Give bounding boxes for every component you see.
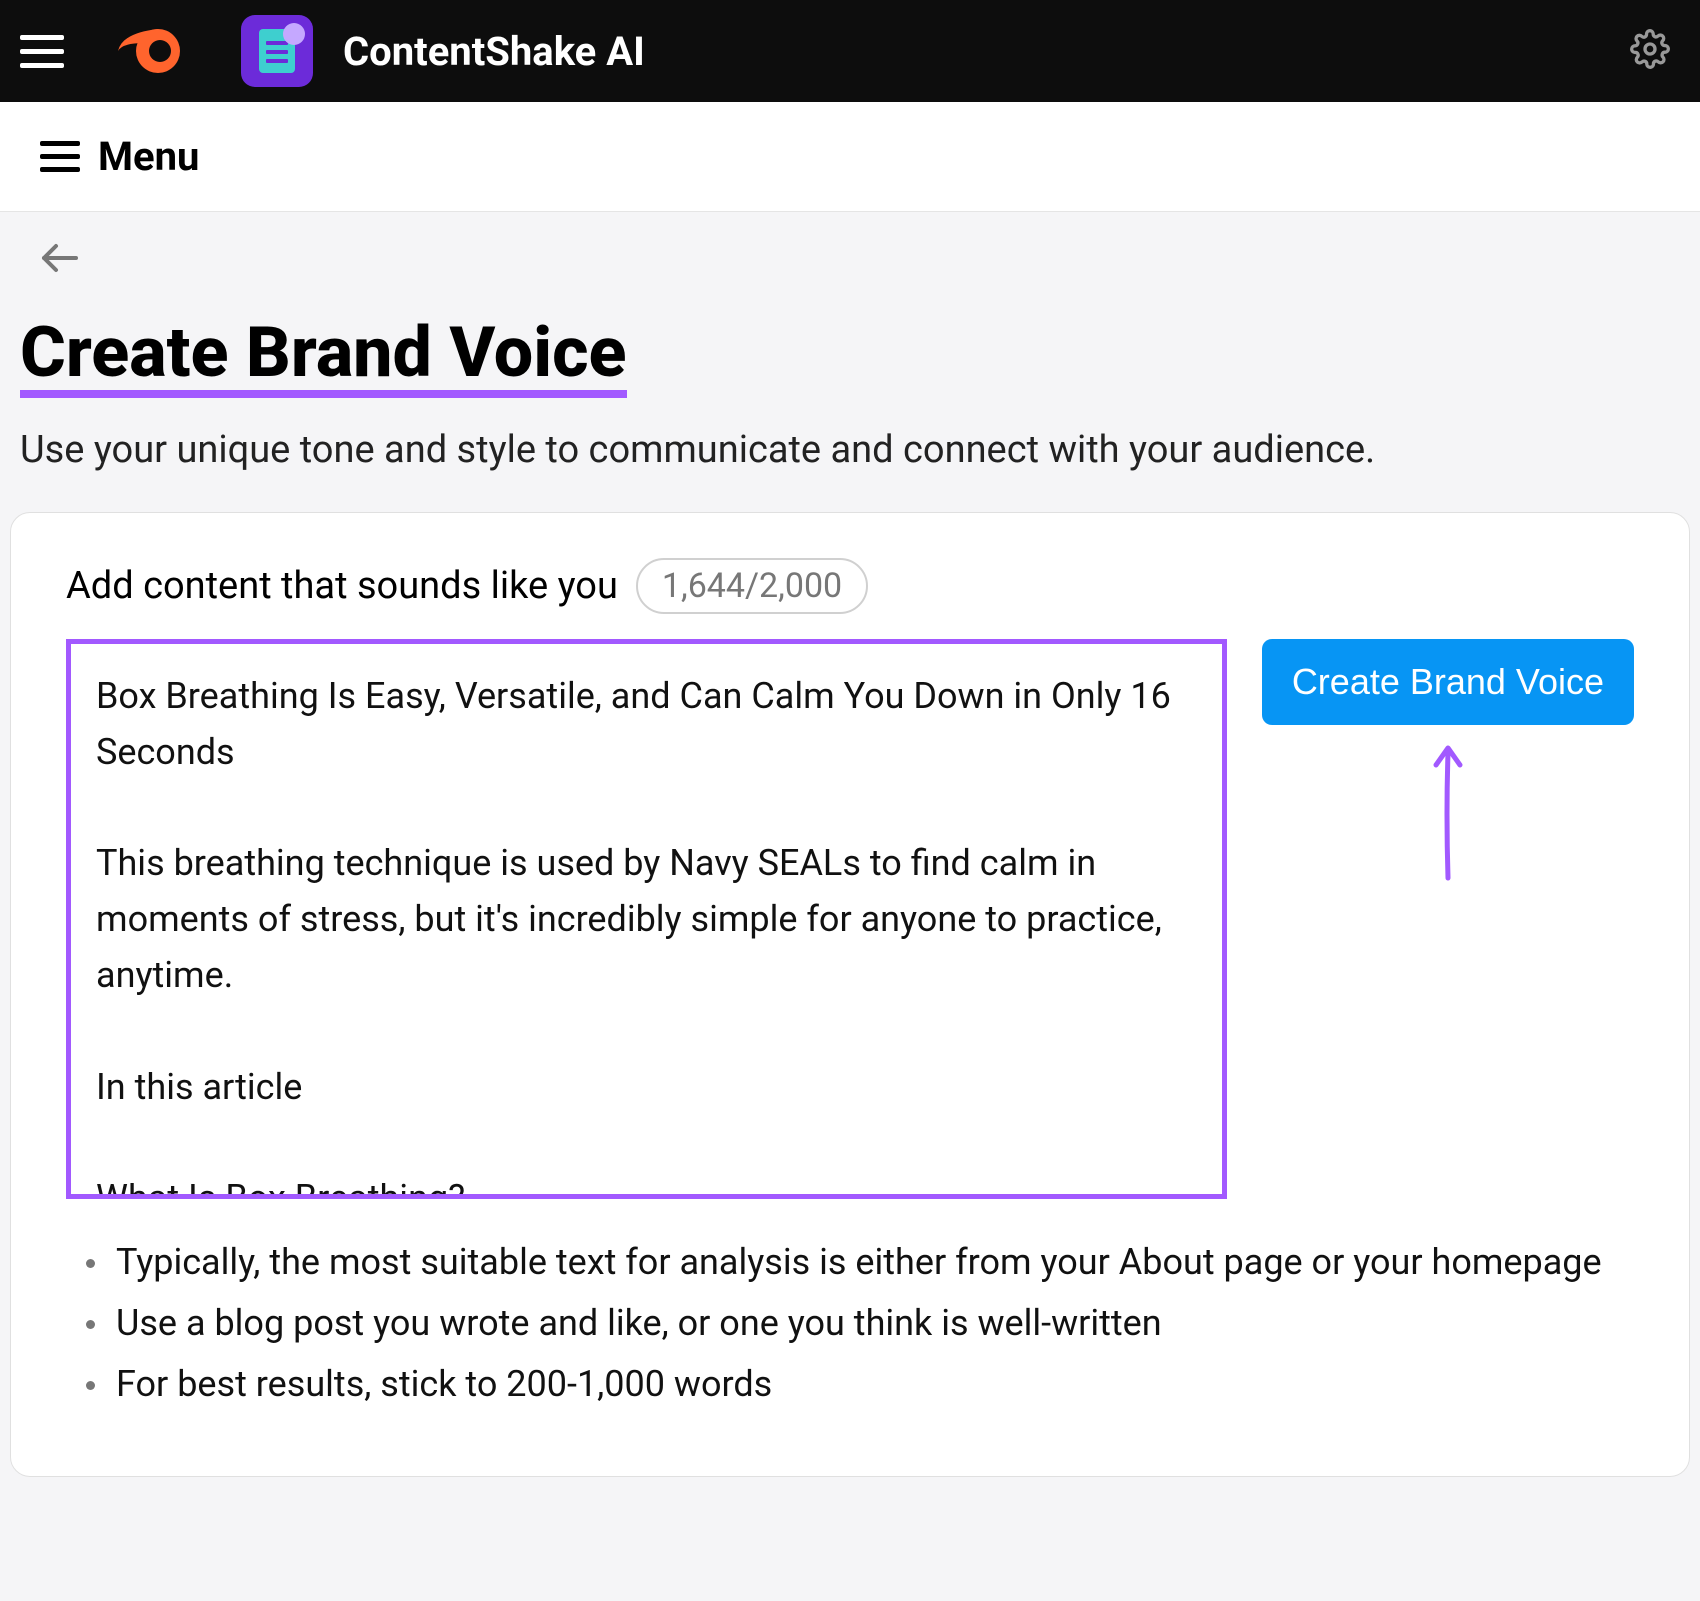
character-counter: 1,644/2,000 [636, 558, 868, 614]
menu-icon[interactable] [40, 141, 80, 172]
app-title: ContentShake AI [343, 28, 645, 75]
content-textarea[interactable] [66, 639, 1227, 1199]
annotation-arrow-icon [1418, 733, 1478, 887]
tips-list: Typically, the most suitable text for an… [66, 1239, 1634, 1407]
menu-bar: Menu [0, 102, 1700, 212]
hamburger-icon[interactable] [20, 29, 64, 73]
list-item: Use a blog post you wrote and like, or o… [94, 1300, 1634, 1347]
right-column: Create Brand Voice [1262, 639, 1634, 887]
create-brand-voice-button[interactable]: Create Brand Voice [1262, 639, 1634, 725]
top-header: ContentShake AI [0, 0, 1700, 102]
gear-icon[interactable] [1630, 29, 1670, 73]
add-content-label: Add content that sounds like you [66, 564, 618, 608]
list-item: For best results, stick to 200-1,000 wor… [94, 1361, 1634, 1408]
contentshake-app-icon[interactable] [241, 15, 313, 87]
card-body: Create Brand Voice [66, 639, 1634, 1199]
semrush-logo-icon[interactable] [114, 23, 186, 79]
card-header: Add content that sounds like you 1,644/2… [66, 558, 1634, 614]
page-title: Create Brand Voice [20, 318, 627, 398]
list-item: Typically, the most suitable text for an… [94, 1239, 1634, 1286]
menu-label[interactable]: Menu [98, 133, 199, 180]
content-area: Create Brand Voice Use your unique tone … [0, 212, 1700, 1487]
brand-voice-card: Add content that sounds like you 1,644/2… [10, 512, 1690, 1477]
back-arrow-icon[interactable] [40, 242, 1690, 278]
page-subtitle: Use your unique tone and style to commun… [20, 428, 1690, 472]
